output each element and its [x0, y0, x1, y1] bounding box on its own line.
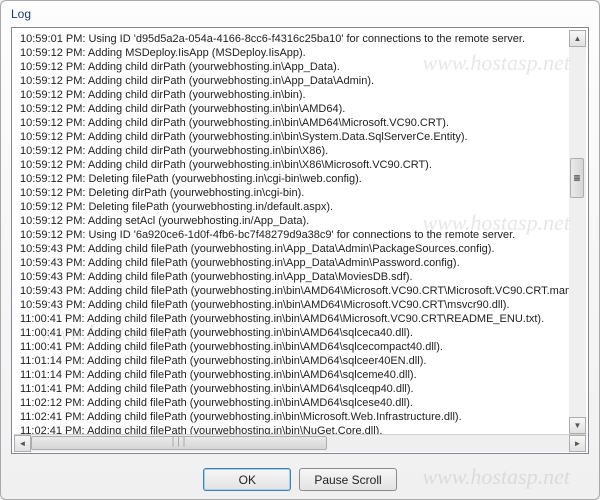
hscroll-thumb[interactable]: ׀׀׀: [31, 436, 327, 450]
grip-icon: ׀׀׀: [171, 438, 188, 447]
log-line: 10:59:12 PM: Adding child dirPath (yourw…: [20, 158, 580, 172]
log-line: 10:59:12 PM: Adding setAcl (yourwebhosti…: [20, 214, 580, 228]
log-line: 10:59:43 PM: Adding child filePath (your…: [20, 284, 580, 298]
log-line: 10:59:12 PM: Using ID '6a920ce6-1d0f-4fb…: [20, 228, 580, 242]
log-line: 11:00:41 PM: Adding child filePath (your…: [20, 312, 580, 326]
vertical-scrollbar[interactable]: ▲ ≡ ▼: [569, 30, 586, 434]
grip-icon: ≡: [573, 171, 580, 185]
log-line: 10:59:12 PM: Deleting dirPath (yourwebho…: [20, 186, 580, 200]
log-line: 10:59:43 PM: Adding child filePath (your…: [20, 298, 580, 312]
log-line: 11:00:41 PM: Adding child filePath (your…: [20, 326, 580, 340]
log-line: 10:59:12 PM: Adding MSDeploy.IisApp (MSD…: [20, 46, 580, 60]
log-line: 10:59:12 PM: Deleting filePath (yourwebh…: [20, 200, 580, 214]
button-bar: OK Pause Scroll: [1, 460, 599, 499]
pause-scroll-button[interactable]: Pause Scroll: [299, 468, 396, 491]
log-line: 11:02:12 PM: Adding child filePath (your…: [20, 396, 580, 410]
log-textarea[interactable]: 10:59:01 PM: Using ID 'd95d5a2a-054a-416…: [14, 30, 586, 434]
scroll-down-arrow-icon[interactable]: ▼: [569, 417, 586, 434]
log-line: 10:59:43 PM: Adding child filePath (your…: [20, 270, 580, 284]
log-line: 10:59:12 PM: Adding child dirPath (yourw…: [20, 88, 580, 102]
log-line: 10:59:43 PM: Adding child filePath (your…: [20, 242, 580, 256]
window-title: Log: [1, 1, 599, 23]
log-line: 11:01:14 PM: Adding child filePath (your…: [20, 354, 580, 368]
log-line: 11:00:41 PM: Adding child filePath (your…: [20, 340, 580, 354]
content-area: 10:59:01 PM: Using ID 'd95d5a2a-054a-416…: [1, 23, 599, 460]
log-line: 11:01:41 PM: Adding child filePath (your…: [20, 382, 580, 396]
scroll-left-arrow-icon[interactable]: ◄: [14, 435, 31, 452]
log-line: 10:59:12 PM: Adding child dirPath (yourw…: [20, 74, 580, 88]
log-line: 10:59:01 PM: Using ID 'd95d5a2a-054a-416…: [20, 32, 580, 46]
log-line: 10:59:43 PM: Adding child filePath (your…: [20, 256, 580, 270]
ok-button[interactable]: OK: [203, 468, 291, 491]
log-line: 10:59:12 PM: Adding child dirPath (yourw…: [20, 116, 580, 130]
scroll-right-arrow-icon[interactable]: ►: [569, 435, 586, 452]
log-line: 11:02:41 PM: Adding child filePath (your…: [20, 424, 580, 434]
log-lines: 10:59:01 PM: Using ID 'd95d5a2a-054a-416…: [14, 30, 586, 434]
log-line: 10:59:12 PM: Adding child dirPath (yourw…: [20, 144, 580, 158]
scroll-up-arrow-icon[interactable]: ▲: [569, 30, 586, 47]
log-line: 10:59:12 PM: Adding child dirPath (yourw…: [20, 60, 580, 74]
hscroll-track[interactable]: ׀׀׀: [31, 435, 569, 452]
log-line: 10:59:12 PM: Adding child dirPath (yourw…: [20, 102, 580, 116]
log-line: 11:01:14 PM: Adding child filePath (your…: [20, 368, 580, 382]
vscroll-track[interactable]: ≡: [569, 47, 586, 417]
log-frame: 10:59:01 PM: Using ID 'd95d5a2a-054a-416…: [11, 27, 589, 454]
log-line: 10:59:12 PM: Adding child dirPath (yourw…: [20, 130, 580, 144]
log-dialog-window: Log 10:59:01 PM: Using ID 'd95d5a2a-054a…: [0, 0, 600, 500]
vscroll-thumb[interactable]: ≡: [570, 158, 584, 198]
horizontal-scrollbar[interactable]: ◄ ׀׀׀ ►: [14, 434, 586, 451]
log-line: 10:59:12 PM: Deleting filePath (yourwebh…: [20, 172, 580, 186]
log-line: 11:02:41 PM: Adding child filePath (your…: [20, 410, 580, 424]
